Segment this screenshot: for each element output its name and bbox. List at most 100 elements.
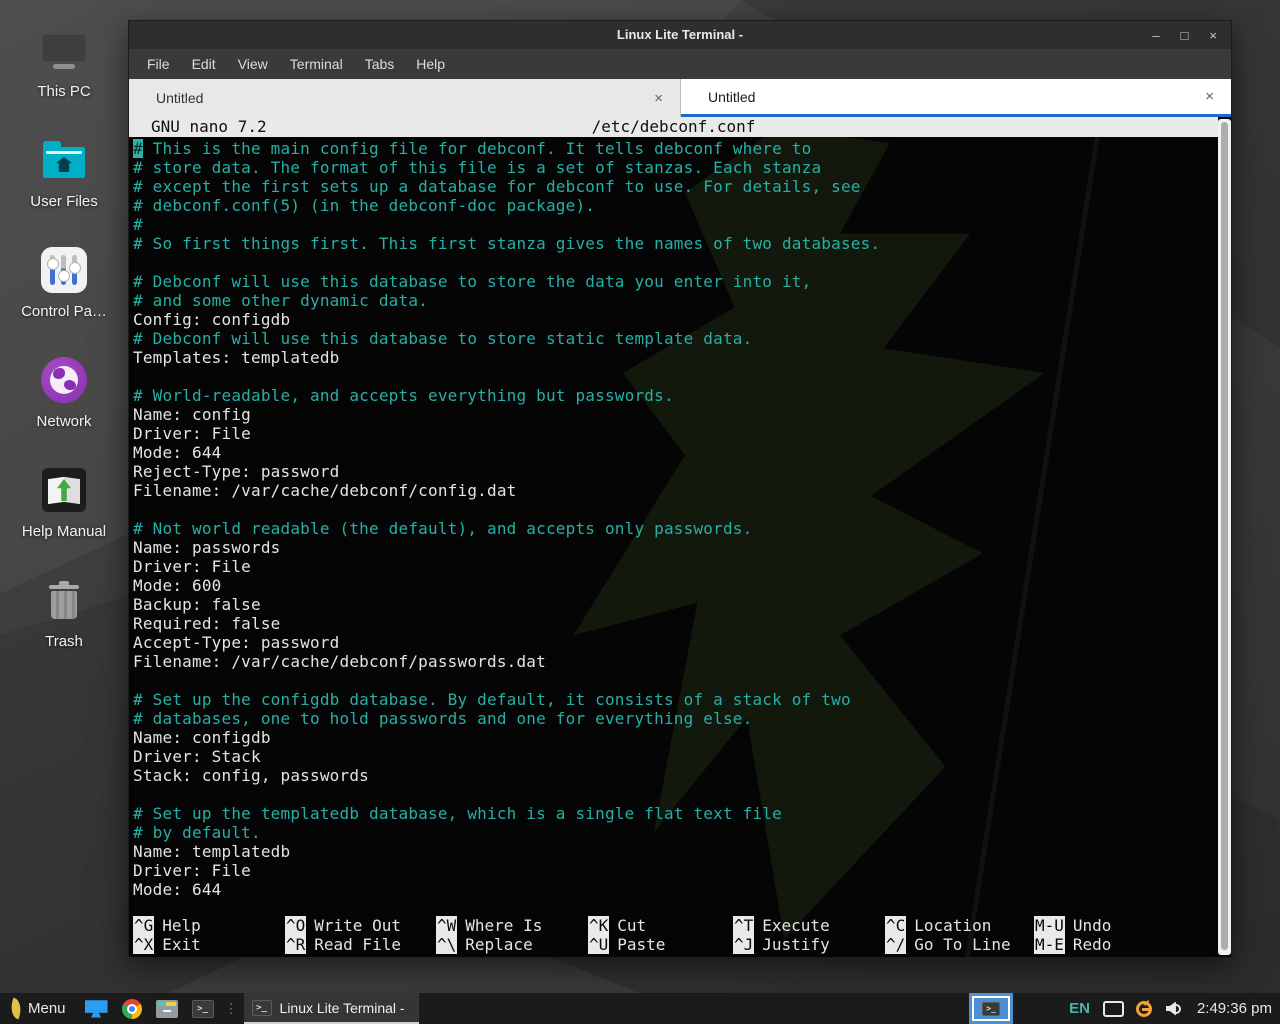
- editor-line: Config: configdb: [133, 310, 1218, 329]
- minimize-button[interactable]: –: [1152, 29, 1159, 42]
- shortcut-label: Redo: [1073, 935, 1112, 954]
- menu-item-tabs[interactable]: Tabs: [354, 56, 406, 72]
- editor-line: Templates: templatedb: [133, 348, 1218, 367]
- shortcut-key: ^J: [733, 935, 754, 954]
- editor-line: Mode: 644: [133, 880, 1218, 899]
- shortcut-key: ^U: [588, 935, 609, 954]
- shortcut-label: Cut: [617, 916, 646, 935]
- editor-line: Mode: 600: [133, 576, 1218, 595]
- shortcut-key: M-U: [1034, 916, 1065, 935]
- tab-untitled-2[interactable]: Untitled ×: [681, 79, 1231, 117]
- desktop-icon-user-files[interactable]: User Files: [0, 136, 128, 210]
- shortcut-key: ^W: [436, 916, 457, 935]
- terminal-icon: >_: [252, 1000, 272, 1016]
- menu-item-file[interactable]: File: [136, 56, 181, 72]
- menu-item-help[interactable]: Help: [405, 56, 456, 72]
- shortcut-label: Help: [162, 916, 201, 935]
- scrollbar-thumb[interactable]: [1221, 122, 1228, 950]
- menu-item-view[interactable]: View: [227, 56, 279, 72]
- tab-close-icon[interactable]: ×: [654, 90, 663, 107]
- computer-icon: [40, 26, 88, 74]
- shortcut-label: Paste: [617, 935, 665, 954]
- editor-line: # Not world readable (the default), and …: [133, 519, 1218, 538]
- shortcut-key: ^/: [885, 935, 906, 954]
- chrome-icon[interactable]: [122, 999, 142, 1019]
- editor-line: # Debconf will use this database to stor…: [133, 272, 1218, 291]
- window-titlebar[interactable]: Linux Lite Terminal - – □ ×: [129, 21, 1231, 49]
- desktop-icon-this-pc[interactable]: This PC: [0, 26, 128, 100]
- tab-bar: Untitled × Untitled ×: [129, 79, 1231, 117]
- editor-line: # This is the main config file for debco…: [133, 139, 1218, 158]
- nano-shortcut: ^JJustify: [733, 935, 830, 954]
- clock[interactable]: 2:49:36 pm: [1197, 1000, 1272, 1017]
- tab-close-icon[interactable]: ×: [1205, 88, 1214, 105]
- shortcut-label: Undo: [1073, 916, 1112, 935]
- nano-shortcut: ^TExecute: [733, 916, 830, 935]
- file-manager-icon[interactable]: [156, 1000, 178, 1018]
- nano-shortcut: ^U Paste: [588, 935, 665, 954]
- terminal-pane[interactable]: GNU nano 7.2 /etc/debconf.conf # This is…: [129, 117, 1231, 957]
- terminal-icon: >_: [982, 1002, 1000, 1016]
- scrollbar-track[interactable]: [1218, 119, 1231, 955]
- nano-shortcut: M-ERedo: [1034, 935, 1111, 954]
- tab-untitled-1[interactable]: Untitled ×: [129, 79, 681, 117]
- volume-icon[interactable]: [1166, 1002, 1182, 1016]
- desktop-icon-label: User Files: [30, 193, 98, 210]
- editor-line: Stack: config, passwords: [133, 766, 1218, 785]
- shortcut-label: Write Out: [314, 916, 401, 935]
- workspace-icon[interactable]: [85, 1000, 108, 1018]
- display-tray-icon[interactable]: [1103, 1001, 1124, 1017]
- task-button-terminal[interactable]: >_ Linux Lite Terminal -: [244, 993, 419, 1024]
- linuxlite-logo-icon[interactable]: [7, 998, 25, 1020]
- nano-file-path: /etc/debconf.conf: [592, 117, 756, 137]
- shortcut-row-2: ^XExit^RRead File^\Replace^UPaste^JJusti…: [129, 935, 1218, 954]
- maximize-button[interactable]: □: [1181, 29, 1189, 42]
- editor-lines: # This is the main config file for debco…: [133, 139, 1218, 899]
- desktop-icon-help-manual[interactable]: Help Manual: [0, 466, 128, 540]
- keyboard-layout-indicator[interactable]: EN: [1069, 1000, 1090, 1017]
- tab-label: Untitled: [708, 89, 755, 105]
- updates-icon[interactable]: [1136, 1001, 1152, 1017]
- editor-area[interactable]: # This is the main config file for debco…: [129, 137, 1218, 957]
- desktop-icon-label: Trash: [45, 633, 83, 650]
- desktop-icon-network[interactable]: Network: [0, 356, 128, 430]
- menu-item-edit[interactable]: Edit: [181, 56, 227, 72]
- tray-terminal-indicator[interactable]: >_: [972, 996, 1010, 1021]
- nano-shortcut: ^CLocation: [885, 916, 991, 935]
- desktop-icon-trash[interactable]: Trash: [0, 576, 128, 650]
- editor-line: Name: config: [133, 405, 1218, 424]
- shortcut-label: Location: [914, 916, 991, 935]
- start-menu-button[interactable]: Menu: [28, 1000, 66, 1017]
- editor-line: # debconf.conf(5) (in the debconf-doc pa…: [133, 196, 1218, 215]
- terminal-launcher-icon[interactable]: >_: [192, 1000, 214, 1018]
- menu-bar: FileEditViewTerminalTabsHelp: [129, 49, 1231, 79]
- nano-shortcut: ^KCut: [588, 916, 646, 935]
- shortcut-key: ^X: [133, 935, 154, 954]
- editor-line: # Set up the configdb database. By defau…: [133, 690, 1218, 709]
- desktop-icon-label: Help Manual: [22, 523, 106, 540]
- trash-icon: [40, 576, 88, 624]
- shortcut-label: Exit: [162, 935, 201, 954]
- nano-version: GNU nano 7.2: [151, 117, 267, 137]
- editor-line: [133, 253, 1218, 272]
- home-folder-icon: [40, 136, 88, 184]
- editor-line: # by default.: [133, 823, 1218, 842]
- menu-item-terminal[interactable]: Terminal: [279, 56, 354, 72]
- editor-line: Driver: File: [133, 557, 1218, 576]
- desktop-icon-control-panel[interactable]: Control Pa…: [0, 246, 128, 320]
- network-globe-icon: [40, 356, 88, 404]
- editor-line: # and some other dynamic data.: [133, 291, 1218, 310]
- editor-line: # store data. The format of this file is…: [133, 158, 1218, 177]
- control-panel-icon: [40, 246, 88, 294]
- editor-line: [133, 367, 1218, 386]
- editor-line: Name: templatedb: [133, 842, 1218, 861]
- nano-shortcut: M-U Undo: [1034, 916, 1111, 935]
- text-cursor: #: [133, 139, 143, 158]
- editor-line: Reject-Type: password: [133, 462, 1218, 481]
- taskbar: Menu >_ ⋮ >_ Linux Lite Terminal - >_ EN…: [0, 993, 1280, 1024]
- close-button[interactable]: ×: [1209, 29, 1217, 42]
- shortcut-label: Replace: [465, 935, 532, 954]
- editor-line: # World-readable, and accepts everything…: [133, 386, 1218, 405]
- editor-line: # databases, one to hold passwords and o…: [133, 709, 1218, 728]
- window-title: Linux Lite Terminal -: [129, 21, 1231, 49]
